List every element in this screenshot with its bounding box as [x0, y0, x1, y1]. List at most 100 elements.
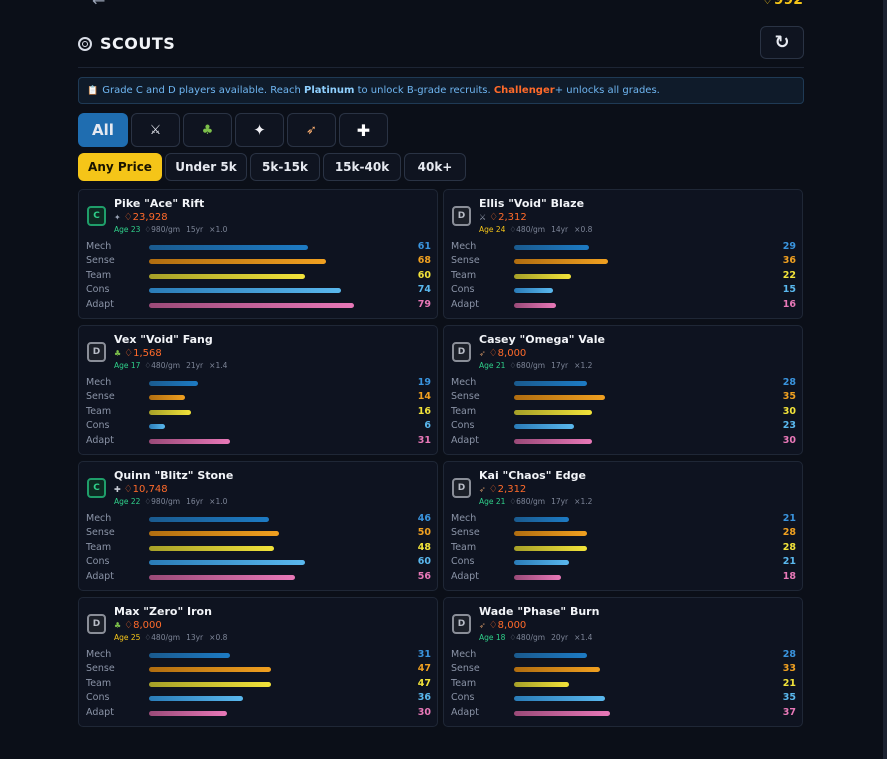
stat-label: Mech: [451, 513, 477, 524]
player-card[interactable]: C Pike "Ace" Rift ✦ ♢23,928 Age 23 ♢980/gm 15y…: [78, 189, 438, 319]
price-filter-40k-plus[interactable]: 40k+: [404, 153, 466, 181]
syringe-icon: ➶: [479, 621, 486, 630]
player-contract: 15yr: [186, 225, 204, 234]
player-card[interactable]: D Ellis "Void" Blaze ⚔ ♢2,312 Age 24 ♢480/gm 1…: [443, 189, 803, 319]
grade-badge: D: [452, 206, 471, 226]
player-card[interactable]: C Quinn "Blitz" Stone ✚ ♢10,748 Age 22 ♢980/g…: [78, 461, 438, 591]
stat-bar-fill: [149, 667, 272, 672]
stat-bar-fill: [149, 395, 186, 400]
role-filter-swords[interactable]: ⚔: [131, 113, 180, 147]
player-age: Age 22: [114, 497, 141, 506]
player-price: ♢2,312: [488, 484, 527, 495]
grade-badge: D: [452, 614, 471, 634]
role-filter-syringe[interactable]: ➶: [287, 113, 336, 147]
stat-bar-track: [149, 667, 407, 672]
role-filter-sparkle[interactable]: ✦: [235, 113, 284, 147]
player-contract: 13yr: [186, 633, 204, 642]
player-price: ♢8,000: [488, 348, 527, 359]
player-multiplier: ×1.2: [574, 361, 593, 370]
price-filter-under-5k[interactable]: Under 5k: [165, 153, 247, 181]
stat-bar-track: [514, 303, 772, 308]
scrollbar[interactable]: [883, 0, 887, 759]
stat-value: 33: [782, 663, 796, 674]
stat-bar-track: [149, 682, 407, 687]
stat-value: 56: [417, 571, 431, 582]
stat-value: 36: [417, 692, 431, 703]
stat-value: 31: [417, 649, 431, 660]
stat-bar-track: [149, 288, 407, 293]
stat-cons: Cons 6: [86, 420, 431, 432]
stat-sense: Sense 36: [451, 255, 796, 267]
stat-adapt: Adapt 30: [451, 435, 796, 447]
stat-label: Mech: [86, 241, 112, 252]
player-card[interactable]: D Vex "Void" Fang ♣ ♢1,568 Age 17 ♢480/gm 21yr…: [78, 325, 438, 455]
syringe-icon: ➶: [479, 485, 486, 494]
player-salary: ♢680/gm: [509, 497, 546, 506]
stat-value: 50: [417, 527, 431, 538]
stat-bar-fill: [514, 424, 574, 429]
stat-label: Sense: [86, 663, 115, 674]
cross-icon: ✚: [356, 120, 371, 140]
stat-label: Adapt: [86, 299, 114, 310]
stat-cons: Cons 60: [86, 556, 431, 568]
stat-team: Team 22: [451, 270, 796, 282]
stat-label: Adapt: [451, 571, 479, 582]
player-card[interactable]: D Max "Zero" Iron ♣ ♢8,000 Age 25 ♢480/gm 13yr…: [78, 597, 438, 727]
back-arrow-icon[interactable]: ←: [92, 0, 105, 8]
grade-badge: D: [87, 342, 106, 362]
stat-label: Sense: [451, 255, 480, 266]
stat-value: 74: [417, 284, 431, 295]
player-contract: 16yr: [186, 497, 204, 506]
stat-label: Cons: [451, 420, 475, 431]
challenger-link: Challenger: [493, 85, 555, 96]
stat-label: Team: [86, 678, 112, 689]
player-salary: ♢480/gm: [509, 225, 546, 234]
price-filter-any[interactable]: Any Price: [78, 153, 162, 181]
stat-bar-fill: [149, 274, 305, 279]
player-meta: Age 23 ♢980/gm 15yr ×1.0: [114, 225, 233, 234]
stat-label: Adapt: [451, 707, 479, 718]
stat-label: Mech: [451, 241, 477, 252]
player-age: Age 25: [114, 633, 141, 642]
stat-value: 15: [782, 284, 796, 295]
role-filter-all[interactable]: All: [78, 113, 128, 147]
stat-bar-track: [149, 410, 407, 415]
stat-value: 79: [417, 299, 431, 310]
player-card[interactable]: D Casey "Omega" Vale ➶ ♢8,000 Age 21 ♢680/gm 1…: [443, 325, 803, 455]
stat-bar-track: [514, 439, 772, 444]
stat-value: 46: [417, 513, 431, 524]
role-filter-tree[interactable]: ♣: [183, 113, 232, 147]
stat-bar-fill: [514, 288, 553, 293]
stat-value: 30: [417, 707, 431, 718]
syringe-icon: ➶: [479, 349, 486, 358]
player-card[interactable]: D Kai "Chaos" Edge ➶ ♢2,312 Age 21 ♢680/gm 17y…: [443, 461, 803, 591]
stat-bar-fill: [514, 410, 592, 415]
stat-label: Sense: [86, 527, 115, 538]
clipboard-icon: 📋: [87, 86, 99, 96]
stat-bar-fill: [514, 653, 587, 658]
price-row: ➶ ♢2,312: [479, 484, 526, 495]
price-filter-5k-15k[interactable]: 5k-15k: [250, 153, 320, 181]
stat-bar-track: [514, 711, 772, 716]
stat-cons: Cons 74: [86, 284, 431, 296]
stat-label: Cons: [451, 556, 475, 567]
role-filter-cross[interactable]: ✚: [339, 113, 388, 147]
stat-bar-track: [149, 575, 407, 580]
player-price: ♢1,568: [124, 348, 162, 359]
stat-mech: Mech 28: [451, 377, 796, 389]
player-salary: ♢980/gm: [144, 225, 181, 234]
refresh-button[interactable]: ↻: [760, 26, 804, 59]
stat-bar-fill: [149, 531, 279, 536]
stat-cons: Cons 35: [451, 692, 796, 704]
stat-bar-fill: [514, 395, 605, 400]
stat-label: Team: [451, 406, 477, 417]
player-name: Pike "Ace" Rift: [114, 197, 205, 210]
stat-value: 21: [782, 556, 796, 567]
player-age: Age 23: [114, 225, 141, 234]
price-filter-15k-40k[interactable]: 15k-40k: [323, 153, 401, 181]
player-card[interactable]: D Wade "Phase" Burn ➶ ♢8,000 Age 18 ♢480/gm 20…: [443, 597, 803, 727]
stat-bar-track: [514, 395, 772, 400]
stat-bar-fill: [149, 381, 199, 386]
stat-bar-track: [149, 395, 407, 400]
stat-bar-fill: [514, 439, 592, 444]
